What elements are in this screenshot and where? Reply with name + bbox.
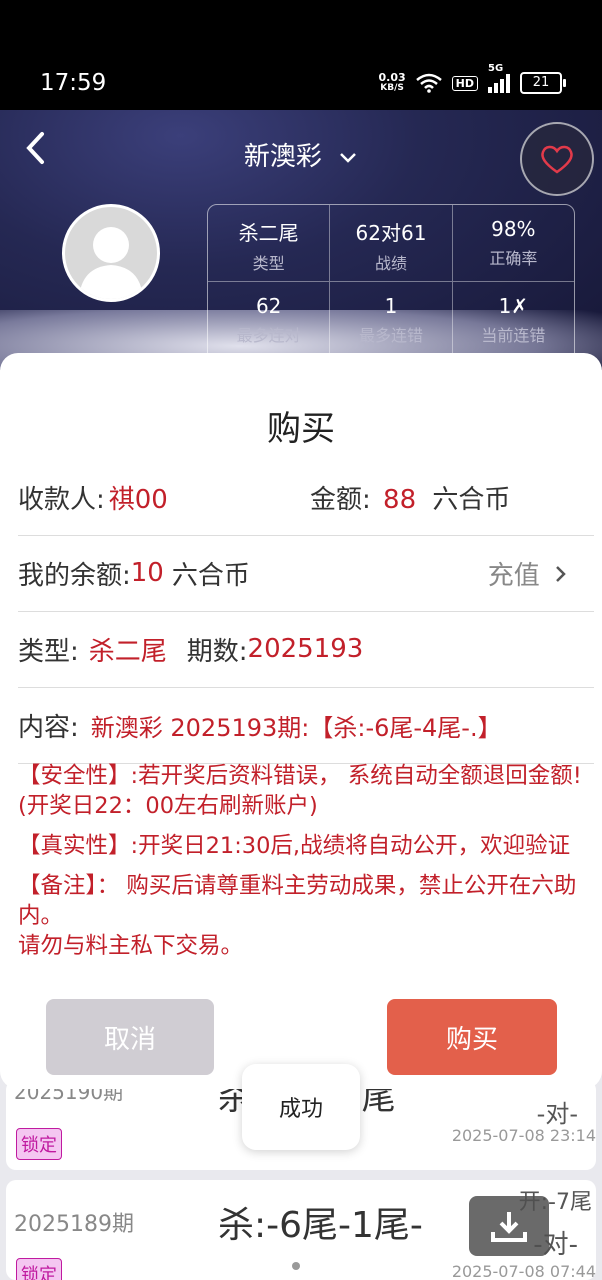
page-title: 新澳彩 [243,142,322,172]
chevron-right-icon [556,565,566,582]
wifi-icon [415,73,442,93]
chevron-down-icon [340,152,357,163]
payee-row: 收款人: 祺00 金额: 88 六合币 [18,459,594,536]
amount-group: 金额: 88 六合币 [310,484,511,515]
balance-value: 10 [130,558,164,588]
content-value: 新澳彩 2025193期:【杀:-6尾-4尾-.】 [90,713,502,742]
hd-badge: HD [451,75,478,91]
status-bar: 17:59 0.03 KB/S HD 5G 21 [0,0,602,110]
payee-value: 祺00 [108,484,168,515]
download-icon [491,1212,527,1242]
header: 新澳彩 杀二尾 类型 62对61 战绩 98% 正确率 62 最多连对 1 最多连错 1✗… [0,110,602,370]
avatar[interactable] [62,204,160,302]
status-icons: 0.03 KB/S HD 5G 21 [378,63,566,94]
buy-button[interactable]: 购买 [387,999,557,1075]
success-toast: 成功 [242,1064,360,1150]
amount-value: 88 [383,484,417,515]
net-speed: 0.03 KB/S [378,71,406,93]
balance-row: 我的余额: 10 六合币 充值 [18,535,594,612]
locked-badge: 锁定 [16,1128,62,1160]
type-value: 杀二尾 [88,636,167,667]
purchase-notes: 【安全性】:若开奖后资料错误， 系统自动全额退回金额!(开奖日22：00左右刷新… [18,763,582,959]
stat-max-win-streak: 62 最多连对 [236,294,301,345]
recharge-link[interactable]: 充值 [488,555,568,592]
purchase-dialog: 购买 收款人: 祺00 金额: 88 六合币 我的余额: 10 六合币 充值 类… [0,353,602,1089]
user-silhouette-icon [79,227,143,299]
stat-current-loss-streak: 1✗ 当前连错 [451,282,574,358]
signal-icon [488,73,510,93]
status-time: 17:59 [40,70,107,96]
favorite-button[interactable] [520,122,594,196]
period-value: 2025193 [247,634,364,664]
heart-icon [541,145,573,174]
stats-panel: 杀二尾 类型 62对61 战绩 98% 正确率 62 最多连对 1 最多连错 1✗ 当前连错 [207,204,575,366]
dialog-title: 购买 [267,409,335,449]
download-button[interactable] [469,1196,549,1256]
cancel-button[interactable]: 取消 [46,999,214,1075]
cell-signal: 5G [488,63,510,93]
type-row: 类型: 杀二尾 期数: 2025193 [18,611,594,688]
stat-accuracy: 98% 正确率 [451,205,574,281]
locked-badge: 锁定 [16,1258,62,1280]
lottery-selector[interactable]: 新澳彩 [0,136,602,173]
battery-icon: 21 [520,72,566,94]
stat-type: 杀二尾 类型 [238,221,299,273]
stat-record: 62对61 战绩 [329,205,451,281]
page-indicator [292,1262,300,1270]
stat-max-loss-streak: 1 最多连错 [329,282,451,358]
content-row: 内容: 新澳彩 2025193期:【杀:-6尾-4尾-.】 [18,687,594,764]
